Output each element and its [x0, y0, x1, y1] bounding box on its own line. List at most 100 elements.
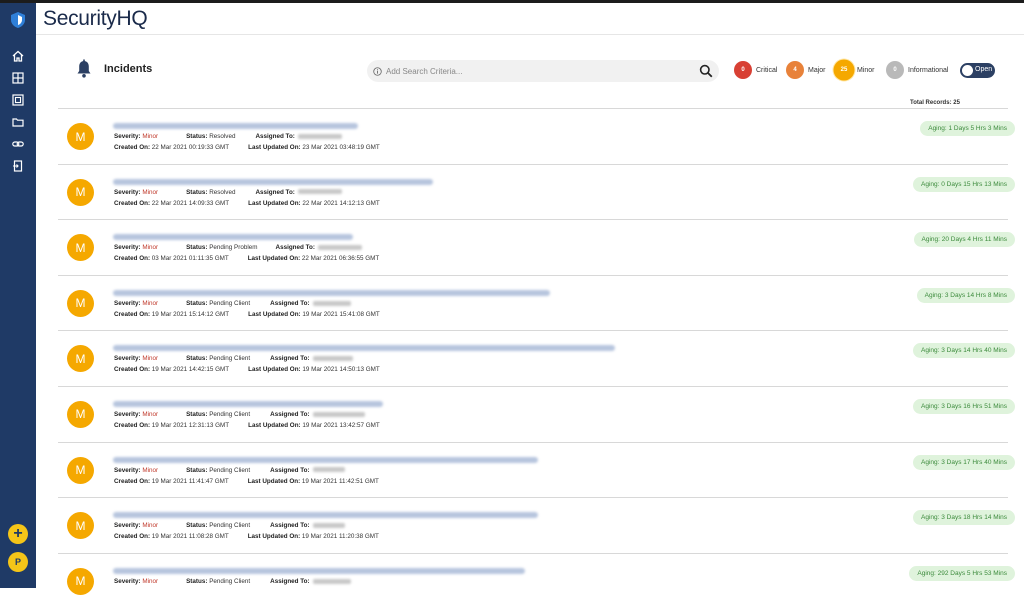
- incident-meta-line1: Severity: Minor Status: Pending Client Ass…: [114, 355, 353, 362]
- status-field-label: Status:: [186, 133, 208, 140]
- incident-title-redacted[interactable]: [113, 567, 525, 574]
- status-field-label: Status:: [186, 244, 208, 252]
- incident-row[interactable]: M Severity: Minor Status: Resolved Assigne…: [58, 108, 1015, 164]
- status-field-label: Status:: [186, 188, 208, 196]
- assigned-field-label: Assigned To:: [270, 299, 310, 307]
- severity-avatar: M: [67, 123, 94, 150]
- updated-field-label: Last Updated On:: [247, 255, 301, 263]
- created-value: 19 Mar 2021 12:31:13 GMT: [151, 421, 230, 429]
- created-field-label: Created On:: [114, 477, 151, 485]
- incident-row[interactable]: M Severity: Minor Status: Pending Client A…: [58, 552, 1015, 608]
- incident-title-redacted[interactable]: [113, 234, 353, 241]
- main-content: Incidents 0 Critical 4 Major 25 Minor 0 …: [36, 35, 1024, 595]
- updated-value: 19 Mar 2021 11:20:38 GMT: [301, 533, 379, 541]
- created-value: 19 Mar 2021 15:14:12 GMT: [151, 310, 230, 318]
- folder-icon[interactable]: [9, 113, 27, 131]
- incident-title-redacted[interactable]: [113, 456, 538, 463]
- incident-title-redacted[interactable]: [113, 400, 383, 407]
- assignee-redacted: [312, 356, 353, 362]
- info-icon: [373, 66, 382, 76]
- incident-row[interactable]: M Severity: Minor Status: Pending Problem…: [58, 219, 1015, 275]
- dashboard-icon[interactable]: [9, 91, 27, 109]
- incident-title-redacted[interactable]: [113, 512, 538, 519]
- severity-filter-informational[interactable]: 0 Informational: [886, 61, 948, 79]
- created-field-label: Created On:: [114, 421, 151, 429]
- aging-badge: Aging: 292 Days 5 Hrs 53 Mins: [909, 565, 1015, 581]
- search-icon[interactable]: [699, 64, 713, 78]
- severity-label: Major: [808, 66, 826, 74]
- incident-row[interactable]: M Severity: Minor Status: Pending Client A…: [58, 497, 1015, 553]
- updated-field-label: Last Updated On:: [247, 477, 301, 485]
- status-value: Resolved: [209, 188, 236, 196]
- updated-field-label: Last Updated On:: [248, 144, 301, 151]
- aging-badge: Aging: 3 Days 18 Hrs 14 Mins: [913, 510, 1015, 526]
- created-field-label: Created On:: [114, 366, 151, 374]
- aging-badge: Aging: 3 Days 14 Hrs 8 Mins: [916, 287, 1015, 303]
- incident-title-redacted[interactable]: [113, 345, 615, 352]
- severity-value: Minor: [142, 577, 159, 585]
- severity-field-label: Severity:: [114, 577, 141, 585]
- created-field-label: Created On:: [114, 310, 151, 318]
- severity-field-label: Severity:: [114, 299, 141, 307]
- status-field-label: Status:: [186, 299, 208, 307]
- bell-icon: [76, 59, 92, 79]
- updated-value: 19 Mar 2021 11:42:51 GMT: [301, 477, 379, 485]
- logout-icon[interactable]: [9, 157, 27, 175]
- incident-meta-line1: Severity: Minor Status: Pending Client Ass…: [114, 522, 345, 529]
- assignee-redacted: [312, 411, 365, 417]
- severity-count-badge: 4: [786, 61, 804, 79]
- incident-meta-line1: Severity: Minor Status: Pending Client Ass…: [114, 467, 345, 474]
- add-button[interactable]: +: [8, 524, 28, 544]
- severity-value: Minor: [142, 244, 159, 252]
- updated-field-label: Last Updated On:: [248, 310, 301, 318]
- incident-title-redacted[interactable]: [113, 178, 433, 185]
- search-input[interactable]: [386, 66, 686, 76]
- sidebar: + P: [0, 3, 36, 588]
- status-value: Resolved: [209, 133, 236, 140]
- assigned-field-label: Assigned To:: [275, 244, 315, 252]
- incident-row[interactable]: M Severity: Minor Status: Pending Client A…: [58, 274, 1015, 331]
- severity-avatar: M: [67, 345, 94, 373]
- severity-field-label: Severity:: [114, 133, 141, 140]
- status-value: Pending Client: [209, 299, 251, 307]
- severity-avatar: M: [67, 567, 94, 595]
- severity-value: Minor: [142, 466, 159, 474]
- incident-row[interactable]: M Severity: Minor Status: Resolved Assigne…: [58, 163, 1015, 220]
- incident-row[interactable]: M Severity: Minor Status: Pending Client A…: [58, 441, 1015, 498]
- user-avatar[interactable]: P: [8, 552, 28, 572]
- aging-badge: Aging: 1 Days 5 Hrs 3 Mins: [920, 121, 1015, 136]
- created-field-label: Created On:: [114, 144, 151, 151]
- home-icon[interactable]: [9, 47, 27, 65]
- updated-value: 19 Mar 2021 13:42:57 GMT: [302, 421, 380, 429]
- status-value: Pending Problem: [209, 244, 258, 252]
- link-icon[interactable]: [9, 135, 27, 153]
- status-field-label: Status:: [186, 577, 208, 585]
- severity-filter-critical[interactable]: 0 Critical: [734, 61, 777, 79]
- created-field-label: Created On:: [114, 255, 151, 263]
- aging-badge: Aging: 3 Days 17 Hrs 40 Mins: [913, 454, 1015, 470]
- created-value: 22 Mar 2021 00:19:33 GMT: [151, 144, 230, 151]
- shield-logo-icon[interactable]: [9, 11, 27, 29]
- updated-field-label: Last Updated On:: [248, 421, 301, 429]
- incident-meta-line2: Created On: 03 Mar 2021 01:11:35 GMT Last…: [114, 255, 379, 262]
- incident-row[interactable]: M Severity: Minor Status: Pending Client A…: [58, 385, 1015, 442]
- severity-value: Minor: [142, 522, 159, 530]
- severity-field-label: Severity:: [114, 410, 141, 418]
- severity-value: Minor: [142, 355, 159, 363]
- incident-meta-line2: Created On: 19 Mar 2021 12:31:13 GMT Last…: [114, 422, 380, 429]
- incident-title-redacted[interactable]: [113, 289, 550, 296]
- severity-avatar: M: [67, 234, 94, 262]
- incident-row[interactable]: M Severity: Minor Status: Pending Client A…: [58, 330, 1015, 386]
- incident-title-redacted[interactable]: [113, 123, 358, 129]
- updated-field-label: Last Updated On:: [248, 199, 301, 207]
- severity-filter-minor[interactable]: 25 Minor: [835, 61, 875, 79]
- grid-icon[interactable]: [9, 69, 27, 87]
- severity-filter-major[interactable]: 4 Major: [786, 61, 826, 79]
- assignee-redacted: [312, 522, 345, 528]
- severity-field-label: Severity:: [114, 244, 141, 252]
- created-field-label: Created On:: [114, 199, 151, 207]
- aging-badge: Aging: 20 Days 4 Hrs 11 Mins: [913, 232, 1015, 248]
- updated-value: 23 Mar 2021 03:48:19 GMT: [302, 144, 380, 151]
- incident-meta-line2: Created On: 19 Mar 2021 11:41:47 GMT Last…: [114, 478, 379, 485]
- open-toggle[interactable]: Open: [960, 63, 995, 78]
